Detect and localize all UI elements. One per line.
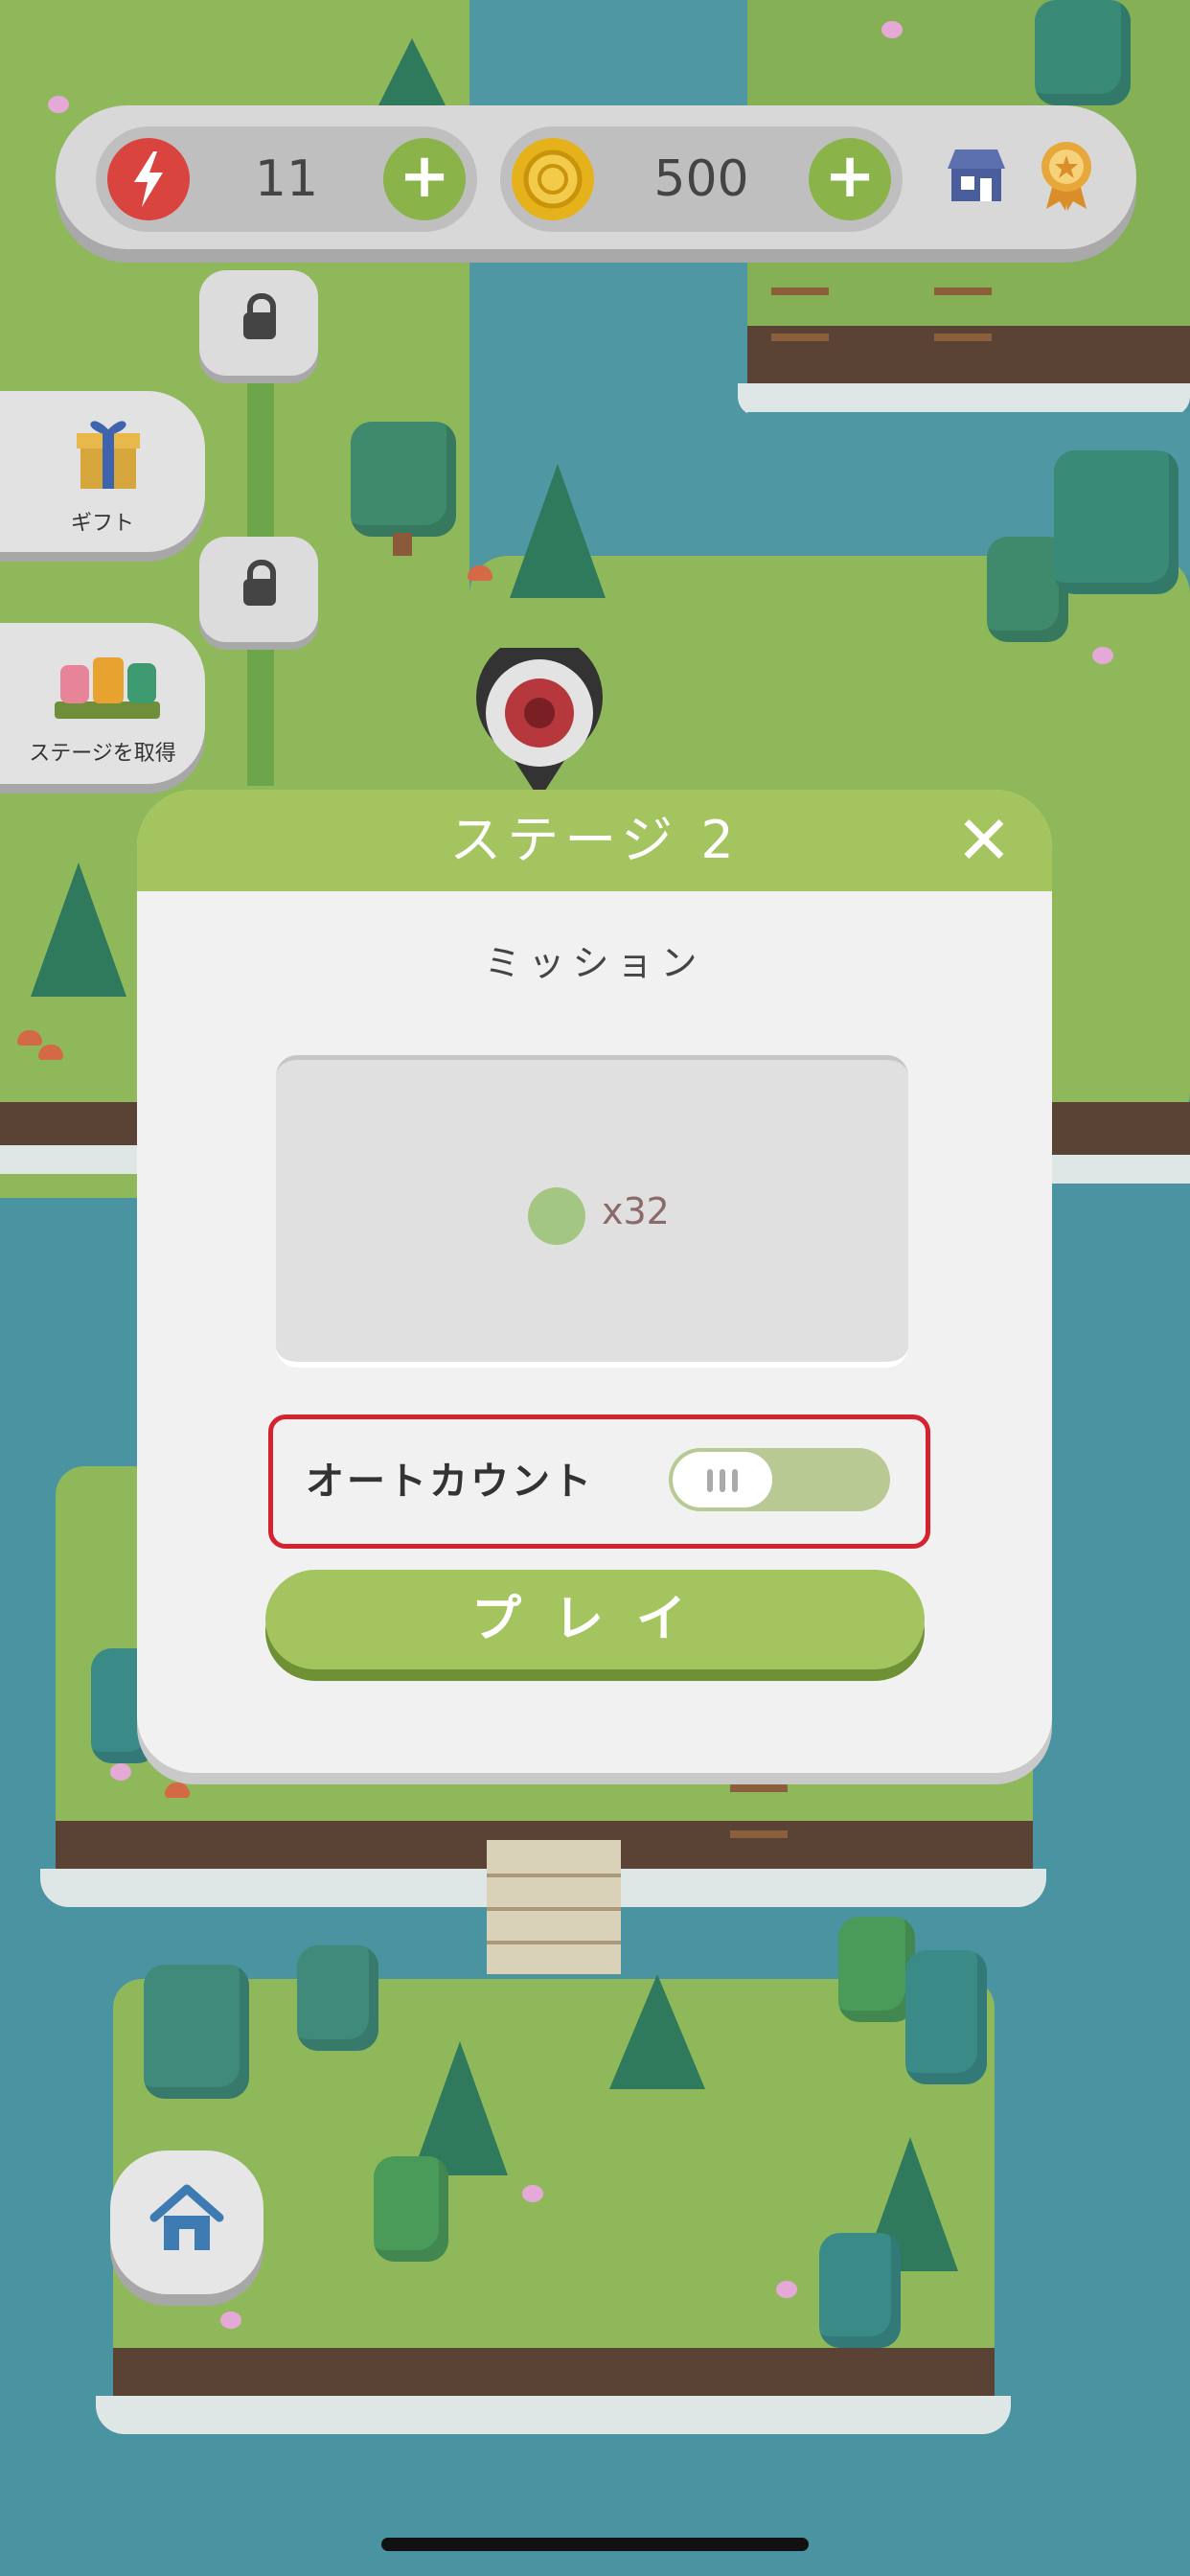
- lightning-icon: [107, 138, 190, 220]
- energy-counter: 11 +: [96, 126, 477, 232]
- stage-modal: ステージ 2 ✕ ミッション x32 オートカウント プレイ: [137, 790, 1052, 1773]
- padlock-icon: [243, 579, 276, 606]
- locked-stage-node[interactable]: [199, 270, 318, 376]
- mission-item-icon: [528, 1187, 585, 1245]
- add-energy-button[interactable]: +: [383, 138, 466, 220]
- shop-icon[interactable]: [942, 140, 1011, 209]
- close-icon[interactable]: ✕: [950, 807, 1018, 874]
- coin-counter: 500 +: [500, 126, 903, 232]
- auto-count-toggle[interactable]: [669, 1448, 890, 1511]
- home-indicator[interactable]: [381, 2538, 809, 2551]
- mission-box: x32: [276, 1055, 908, 1368]
- locked-stage-node[interactable]: [199, 537, 318, 642]
- play-button[interactable]: プレイ: [265, 1570, 925, 1669]
- top-resource-bar: 11 + 500 +: [56, 105, 1136, 249]
- auto-count-row: オートカウント: [268, 1414, 930, 1549]
- stage-houses-icon: [53, 644, 163, 725]
- gift-button[interactable]: ギフト: [0, 391, 205, 552]
- home-icon: [149, 2181, 225, 2258]
- modal-header: ステージ 2 ✕: [137, 790, 1052, 891]
- gift-icon: [75, 416, 142, 493]
- energy-value: 11: [254, 150, 319, 208]
- coin-icon: [512, 138, 594, 220]
- padlock-icon: [243, 312, 276, 339]
- modal-title: ステージ 2: [449, 810, 740, 870]
- toggle-knob[interactable]: [673, 1452, 772, 1507]
- award-badge-icon[interactable]: [1033, 138, 1100, 211]
- home-button[interactable]: [110, 2150, 263, 2294]
- gift-label: ギフト: [70, 512, 134, 536]
- mission-label: ミッション: [484, 942, 705, 984]
- flower-marker-icon[interactable]: [471, 633, 607, 801]
- mission-count: x32: [602, 1190, 670, 1232]
- coin-value: 500: [653, 150, 749, 208]
- auto-count-label: オートカウント: [306, 1460, 594, 1504]
- get-stages-label: ステージを取得: [29, 742, 176, 766]
- add-coins-button[interactable]: +: [809, 138, 891, 220]
- get-stages-button[interactable]: ステージを取得: [0, 623, 205, 784]
